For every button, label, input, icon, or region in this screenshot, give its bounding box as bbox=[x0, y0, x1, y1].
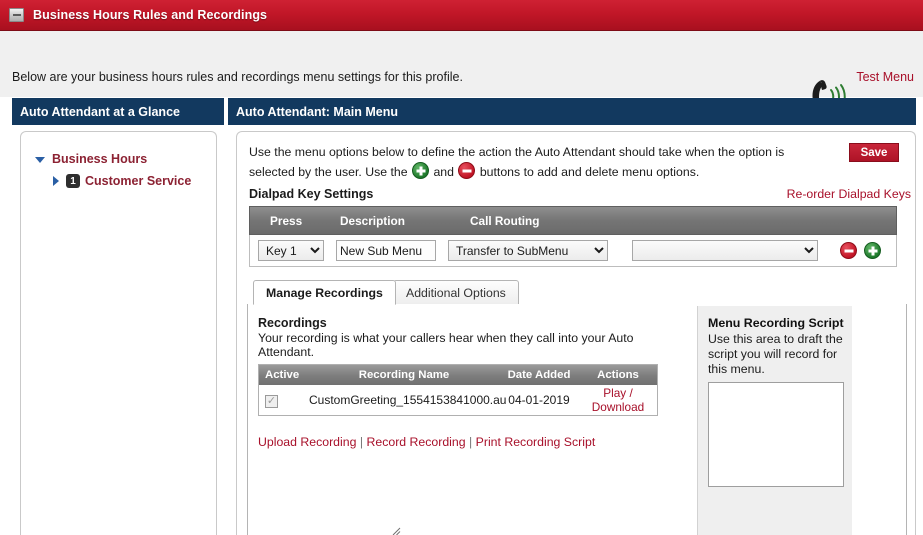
left-panel-header-label: Auto Attendant at a Glance bbox=[20, 104, 180, 119]
column-header-date-added: Date Added bbox=[507, 369, 571, 381]
column-header-active: Active bbox=[265, 369, 300, 381]
tab-additional-options[interactable]: Additional Options bbox=[393, 280, 519, 305]
recording-name-cell: CustomGreeting_1554153841000.au bbox=[309, 393, 507, 407]
tree-item-business-hours[interactable]: Business Hours bbox=[35, 148, 216, 170]
save-button[interactable]: Save bbox=[849, 143, 899, 162]
resize-grip-icon bbox=[392, 527, 401, 535]
test-menu-link[interactable]: Test Menu bbox=[856, 70, 914, 84]
main-panel: Use the menu options below to define the… bbox=[236, 131, 916, 535]
script-textarea[interactable] bbox=[708, 382, 844, 487]
instruction-line-2a: selected by the user. Use the bbox=[249, 165, 408, 179]
minus-circle-icon bbox=[458, 162, 476, 179]
recording-active-cell: ✓ bbox=[259, 393, 309, 408]
recordings-subtitle: Your recording is what your callers hear… bbox=[258, 331, 634, 359]
recording-action-links: Upload Recording | Record Recording | Pr… bbox=[258, 435, 688, 449]
tab-manage-recordings[interactable]: Manage Recordings bbox=[253, 280, 396, 305]
column-header-actions: Actions bbox=[597, 369, 639, 381]
dialpad-section-title: Dialpad Key Settings bbox=[249, 187, 374, 201]
intro-text: Below are your business hours rules and … bbox=[12, 70, 463, 84]
chevron-down-icon[interactable] bbox=[35, 157, 45, 163]
recordings-section: Recordings Your recording is what your c… bbox=[258, 316, 688, 449]
glance-panel: Business Hours 1 Customer Service bbox=[20, 131, 217, 535]
tree-item-customer-service[interactable]: 1 Customer Service bbox=[35, 170, 216, 192]
press-key-select[interactable]: Key 1 bbox=[258, 240, 324, 261]
minus-circle-icon[interactable] bbox=[840, 242, 857, 259]
left-panel-header: Auto Attendant at a Glance bbox=[12, 98, 224, 125]
script-panel-description: Use this area to draft the script you wi… bbox=[708, 332, 843, 376]
column-header-recording-name: Recording Name bbox=[358, 369, 450, 381]
instruction-line-2c: buttons to add and delete menu options. bbox=[479, 165, 700, 179]
dialpad-table-header: Press Description Call Routing bbox=[249, 206, 897, 235]
main-panel-header: Auto Attendant: Main Menu bbox=[228, 98, 916, 125]
recording-date-cell: 04-01-2019 bbox=[508, 393, 570, 407]
instruction-line-2b: and bbox=[433, 165, 454, 179]
dialpad-table: Press Description Call Routing Key 1 Tra… bbox=[249, 206, 897, 267]
row-action-buttons bbox=[840, 242, 881, 259]
window-titlebar: Business Hours Rules and Recordings bbox=[0, 0, 923, 31]
dialpad-row: Key 1 Transfer to SubMenu bbox=[249, 235, 897, 267]
instruction-text: Use the menu options below to define the… bbox=[249, 143, 809, 182]
recording-actions-cell: Play / Download bbox=[579, 386, 657, 414]
print-recording-script-link[interactable]: Print Recording Script bbox=[476, 435, 596, 449]
plus-circle-icon bbox=[412, 162, 430, 179]
link-separator-1: | bbox=[359, 435, 364, 449]
play-download-link[interactable]: Play / Download bbox=[592, 386, 644, 414]
reorder-dialpad-keys-link[interactable]: Re-order Dialpad Keys bbox=[787, 187, 911, 201]
checkbox-checked-icon[interactable]: ✓ bbox=[265, 394, 278, 408]
tree-item-label: Customer Service bbox=[85, 174, 192, 188]
window-title: Business Hours Rules and Recordings bbox=[33, 8, 268, 22]
main-panel-header-label: Auto Attendant: Main Menu bbox=[236, 104, 399, 119]
table-row: ✓ CustomGreeting_1554153841000.au 04-01-… bbox=[259, 385, 657, 415]
record-recording-link[interactable]: Record Recording bbox=[366, 435, 465, 449]
plus-circle-icon[interactable] bbox=[864, 242, 881, 259]
recordings-table: Active Recording Name Date Added Actions… bbox=[258, 364, 658, 416]
recordings-title: Recordings bbox=[258, 316, 327, 330]
tab-bar: Manage Recordings Additional Options bbox=[247, 280, 907, 305]
auto-attendant-tree: Business Hours 1 Customer Service bbox=[21, 132, 216, 192]
chevron-right-icon[interactable] bbox=[53, 176, 59, 186]
tree-item-label: Business Hours bbox=[52, 152, 148, 166]
minimize-icon[interactable] bbox=[9, 8, 24, 22]
upload-recording-link[interactable]: Upload Recording bbox=[258, 435, 356, 449]
recordings-table-header: Active Recording Name Date Added Actions bbox=[259, 365, 657, 385]
menu-recording-script-panel: Menu Recording Script Use this area to d… bbox=[392, 306, 852, 535]
page-root: Business Hours Rules and Recordings Belo… bbox=[0, 0, 923, 535]
call-routing-select[interactable]: Transfer to SubMenu bbox=[448, 240, 608, 261]
instruction-line-1: Use the menu options below to define the… bbox=[249, 145, 785, 159]
script-panel-title: Menu Recording Script bbox=[708, 316, 844, 330]
link-separator-2: | bbox=[469, 435, 473, 449]
tree-item-badge: 1 bbox=[66, 174, 80, 188]
column-header-press: Press bbox=[270, 213, 303, 228]
intro-strip: Below are your business hours rules and … bbox=[0, 31, 923, 114]
column-header-call-routing: Call Routing bbox=[470, 213, 540, 228]
column-header-description: Description bbox=[340, 213, 405, 228]
destination-select[interactable] bbox=[632, 240, 818, 261]
description-input[interactable] bbox=[336, 240, 436, 261]
tab-panel-manage-recordings: Recordings Your recording is what your c… bbox=[247, 304, 907, 535]
